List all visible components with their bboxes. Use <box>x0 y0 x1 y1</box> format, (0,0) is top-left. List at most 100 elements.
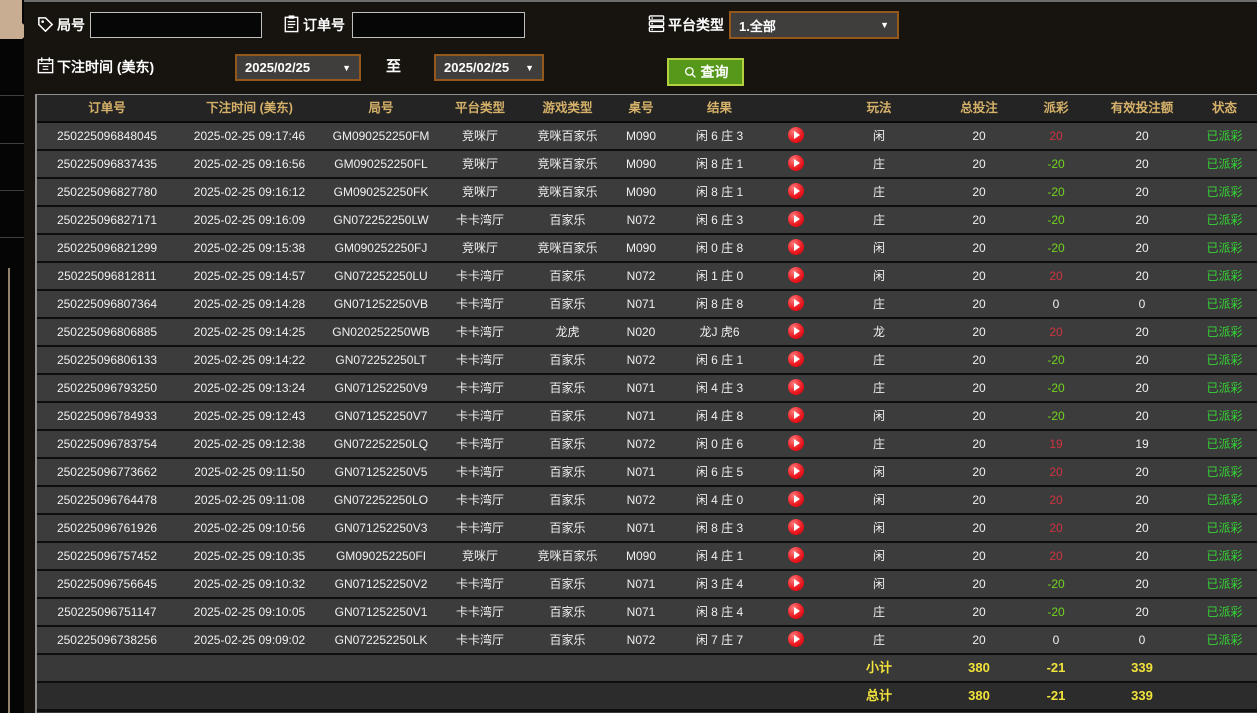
play-video-icon[interactable] <box>788 351 804 368</box>
play-cell <box>772 123 820 149</box>
play-video-icon[interactable] <box>788 267 804 284</box>
cell-table-no: N071 <box>626 577 656 591</box>
cell-result: 闲 0 庄 6 <box>695 437 744 451</box>
search-icon <box>684 66 696 78</box>
play-video-icon[interactable] <box>788 463 804 480</box>
total-label: 总计 <box>865 688 892 703</box>
cell-status: 已派彩 <box>1206 381 1243 395</box>
cell-playtype: 庄 <box>872 437 885 451</box>
cell-valid-bet: 20 <box>1135 409 1149 423</box>
cell-game: 竞咪百家乐 <box>537 241 598 255</box>
cell-platform: 竞咪厅 <box>461 549 498 563</box>
cell-total-bet: 20 <box>972 633 986 647</box>
cell-status: 已派彩 <box>1206 633 1243 647</box>
cell-time: 2025-02-25 09:14:57 <box>193 269 306 283</box>
cell-time: 2025-02-25 09:09:02 <box>193 633 306 647</box>
play-cell <box>772 403 820 429</box>
calendar-icon <box>37 57 54 74</box>
cell-valid-bet: 20 <box>1135 353 1149 367</box>
cell-platform: 卡卡湾厅 <box>455 521 504 535</box>
cell-payout: 20 <box>1049 549 1063 563</box>
play-video-icon[interactable] <box>788 379 804 396</box>
cell-platform: 竞咪厅 <box>461 129 498 143</box>
header-col-12: 状态 <box>1211 101 1237 115</box>
cell-time: 2025-02-25 09:16:12 <box>193 185 306 199</box>
play-cell <box>772 151 820 177</box>
play-video-icon[interactable] <box>788 239 804 256</box>
cell-total-bet: 20 <box>972 437 986 451</box>
cell-status: 已派彩 <box>1206 353 1243 367</box>
play-video-icon[interactable] <box>788 603 804 620</box>
play-cell <box>772 599 820 625</box>
cell-valid-bet: 20 <box>1135 381 1149 395</box>
cell-valid-bet: 20 <box>1135 213 1149 227</box>
cell-valid-bet: 20 <box>1135 325 1149 339</box>
play-video-icon[interactable] <box>788 155 804 172</box>
cell-result: 闲 8 庄 8 <box>695 297 744 311</box>
play-cell <box>772 515 820 541</box>
cell-valid-bet: 20 <box>1135 605 1149 619</box>
cell-status: 已派彩 <box>1206 269 1243 283</box>
cell-round: GN072252250LO <box>333 493 429 507</box>
cell-total-bet: 20 <box>972 381 986 395</box>
cell-result: 闲 7 庄 7 <box>695 633 744 647</box>
cell-game: 竞咪百家乐 <box>537 129 598 143</box>
play-cell <box>772 319 820 345</box>
play-video-icon[interactable] <box>788 127 804 144</box>
cell-total-bet: 20 <box>972 241 986 255</box>
cell-round: GM090252250FJ <box>334 241 428 255</box>
play-video-icon[interactable] <box>788 183 804 200</box>
cell-playtype: 闲 <box>872 549 885 563</box>
cell-order: 250225096827171 <box>56 213 158 227</box>
total-row: 总计 380 -21 339 <box>37 683 1257 711</box>
play-video-icon[interactable] <box>788 211 804 228</box>
cell-order: 250225096827780 <box>56 185 158 199</box>
play-video-icon[interactable] <box>788 547 804 564</box>
play-video-icon[interactable] <box>788 631 804 648</box>
platform-select[interactable]: 1.全部 ▼ <box>729 11 899 39</box>
cell-game: 竞咪百家乐 <box>537 549 598 563</box>
table-row: 250225096848045 2025-02-25 09:17:46 GM0902… <box>37 123 1257 151</box>
bet-history-table: 订单号 下注时间 (美东) 局号 平台类型 游戏类型 桌号 结果 玩法 总投注 派彩 有效投注额 状态… <box>35 94 1257 713</box>
strip-vertical-divider <box>8 268 10 713</box>
active-tab-marker[interactable] <box>0 0 22 39</box>
play-video-icon[interactable] <box>788 435 804 452</box>
cell-round: GN071252250V3 <box>334 521 428 535</box>
play-cell <box>772 459 820 485</box>
subtotal-row: 小计 380 -21 339 <box>37 655 1257 683</box>
cell-playtype: 闲 <box>872 493 885 507</box>
table-row: 250225096827171 2025-02-25 09:16:09 GN0722… <box>37 207 1257 235</box>
play-video-icon[interactable] <box>788 323 804 340</box>
cell-playtype: 庄 <box>872 185 885 199</box>
order-input[interactable] <box>352 12 525 38</box>
table-row: 250225096806885 2025-02-25 09:14:25 GN0202… <box>37 319 1257 347</box>
cell-payout: 20 <box>1049 129 1063 143</box>
table-row: 250225096738256 2025-02-25 09:09:02 GN0722… <box>37 627 1257 655</box>
cell-time: 2025-02-25 09:16:56 <box>193 157 306 171</box>
cell-status: 已派彩 <box>1206 409 1243 423</box>
platform-label: 平台类型 <box>668 17 724 33</box>
play-video-icon[interactable] <box>788 491 804 508</box>
cell-time: 2025-02-25 09:12:38 <box>193 437 306 451</box>
cell-table-no: N071 <box>626 381 656 395</box>
cell-playtype: 闲 <box>872 465 885 479</box>
cell-time: 2025-02-25 09:10:56 <box>193 521 306 535</box>
cell-order: 250225096761926 <box>56 521 158 535</box>
round-input[interactable] <box>90 12 262 38</box>
play-video-icon[interactable] <box>788 519 804 536</box>
play-video-icon[interactable] <box>788 407 804 424</box>
header-col-11: 有效投注额 <box>1110 101 1174 115</box>
platform-list-icon <box>648 15 665 33</box>
cell-total-bet: 20 <box>972 185 986 199</box>
date-to-select[interactable]: 2025/02/25 ▼ <box>434 54 544 81</box>
cell-order: 250225096793250 <box>56 381 158 395</box>
query-button[interactable]: 查询 <box>667 58 744 86</box>
cell-round: GN072252250LT <box>335 353 427 367</box>
play-video-icon[interactable] <box>788 575 804 592</box>
subtotal-label: 小计 <box>865 660 892 675</box>
date-from-select[interactable]: 2025/02/25 ▼ <box>235 54 361 81</box>
table-header-row: 订单号 下注时间 (美东) 局号 平台类型 游戏类型 桌号 结果 玩法 总投注 派彩 有效投注额 状态 <box>37 95 1257 123</box>
cell-round: GN071252250VB <box>333 297 429 311</box>
cell-playtype: 庄 <box>872 353 885 367</box>
play-video-icon[interactable] <box>788 295 804 312</box>
